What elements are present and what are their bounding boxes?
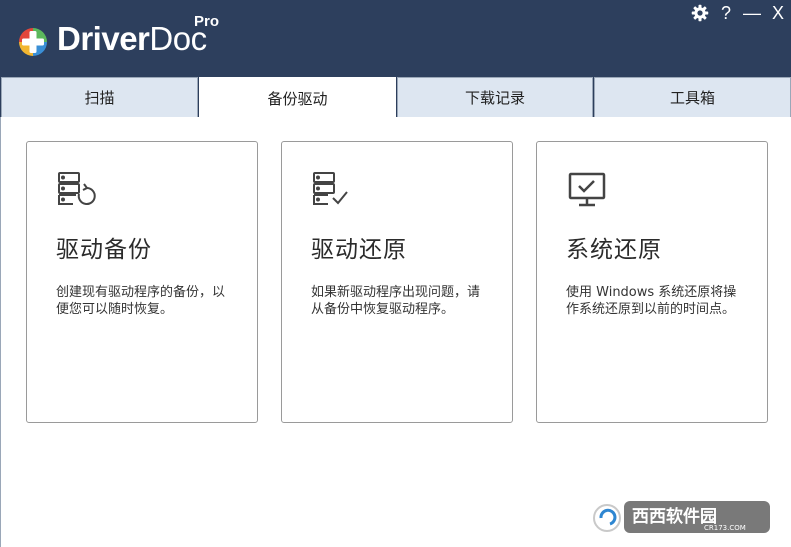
driver-backup-card[interactable]: 驱动备份 创建现有驱动程序的备份，以便您可以随时恢复。 bbox=[26, 141, 258, 423]
card-description: 使用 Windows 系统还原将操作系统还原到以前的时间点。 bbox=[566, 285, 737, 317]
card-description: 创建现有驱动程序的备份，以便您可以随时恢复。 bbox=[56, 285, 226, 317]
tab-download-history[interactable]: 下载记录 bbox=[397, 77, 593, 117]
tab-scan[interactable]: 扫描 bbox=[1, 77, 198, 117]
server-check-icon bbox=[313, 172, 348, 205]
card-description: 如果新驱动程序出现问题，请从备份中恢复驱动程序。 bbox=[311, 285, 481, 317]
card-title: 驱动还原 bbox=[311, 237, 407, 263]
app-brand: DriverDoc bbox=[57, 20, 207, 58]
server-restore-icon bbox=[58, 172, 96, 205]
tab-backup-drivers[interactable]: 备份驱动 bbox=[199, 77, 396, 118]
title-bar: DriverDoc Pro ? — X bbox=[0, 0, 791, 78]
tab-toolbox[interactable]: 工具箱 bbox=[594, 77, 791, 117]
brand-bold: Driver bbox=[57, 20, 150, 57]
watermark-subtext: CR173.COM bbox=[704, 524, 746, 532]
settings-button[interactable] bbox=[691, 3, 709, 23]
minimize-button[interactable]: — bbox=[743, 3, 761, 23]
gear-icon bbox=[691, 4, 709, 22]
watermark-logo: 西西软件园 CR173.COM bbox=[593, 501, 770, 533]
window-controls: ? — X bbox=[691, 2, 787, 24]
monitor-check-icon bbox=[568, 172, 606, 207]
tab-bar: 扫描 备份驱动 下载记录 工具箱 bbox=[0, 77, 791, 118]
edition-label: Pro bbox=[194, 13, 220, 30]
driverdoc-logo-icon bbox=[19, 28, 47, 56]
system-restore-card[interactable]: 系统还原 使用 Windows 系统还原将操作系统还原到以前的时间点。 bbox=[536, 141, 768, 423]
card-title: 系统还原 bbox=[566, 237, 662, 263]
close-button[interactable]: X bbox=[769, 3, 787, 23]
card-title: 驱动备份 bbox=[56, 237, 152, 263]
help-button[interactable]: ? bbox=[717, 3, 735, 23]
main-content: 驱动备份 创建现有驱动程序的备份，以便您可以随时恢复。 驱动还原 如果新驱动程序… bbox=[0, 117, 791, 547]
driver-restore-card[interactable]: 驱动还原 如果新驱动程序出现问题，请从备份中恢复驱动程序。 bbox=[281, 141, 513, 423]
